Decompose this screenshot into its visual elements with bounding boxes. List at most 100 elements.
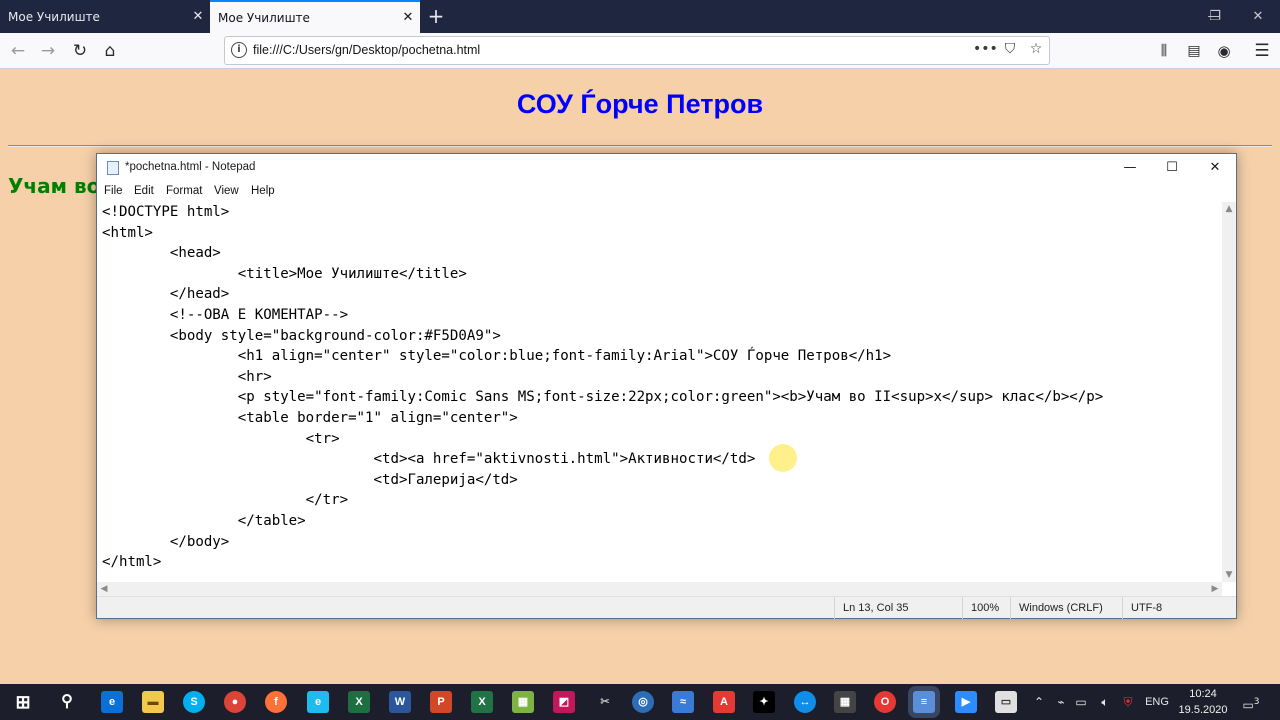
search-icon[interactable]: ⚲ [56, 691, 78, 713]
code-line[interactable]: <title>Мое Училиште</title> [102, 264, 467, 284]
code-line[interactable]: </tr> [102, 490, 348, 510]
status-zoom: 100% [962, 597, 1010, 619]
scroll-left-arrow-icon[interactable]: ◀ [97, 582, 111, 596]
url-bar[interactable]: i file:///C:/Users/gn/Desktop/pochetna.h… [224, 36, 1050, 65]
plus-icon[interactable]: + [422, 4, 450, 28]
tab-title: Мое Училиште [218, 10, 310, 25]
sidebar-icon[interactable]: ▤ [1180, 37, 1208, 65]
word-icon[interactable]: W [389, 691, 411, 713]
notepad-status-bar: Ln 13, Col 35 100% Windows (CRLF) UTF-8 [97, 596, 1236, 619]
code-line[interactable]: <hr> [102, 367, 272, 387]
code-line[interactable]: </head> [102, 284, 229, 304]
account-icon[interactable]: ◉ [1210, 37, 1238, 65]
notepad-maximize-button[interactable]: ☐ [1150, 154, 1194, 182]
code-line[interactable]: </table> [102, 511, 306, 531]
app-grid-icon[interactable]: ▦ [512, 691, 534, 713]
library-icon[interactable]: ⫼ [1150, 37, 1178, 65]
tray-chevron-up-icon[interactable]: ⌃ [1030, 684, 1048, 720]
code-line[interactable]: </body> [102, 532, 229, 552]
forward-icon[interactable]: → [34, 37, 62, 65]
calculator-icon[interactable]: ▦ [834, 691, 856, 713]
code-line[interactable]: <head> [102, 243, 221, 263]
windows-taskbar: ⊞ ⚲ e ▬ S ● f e X W P X ▦ ◩ ✂ ◎ ≈ A ✦ ↔ … [0, 684, 1280, 720]
skype-icon[interactable]: S [183, 691, 205, 713]
tab-title: Мое Училиште [8, 9, 100, 24]
code-line[interactable]: <!DOCTYPE html> [102, 202, 229, 222]
snipping-icon[interactable]: ✂ [594, 691, 616, 713]
ie-icon[interactable]: e [307, 691, 329, 713]
home-icon[interactable]: ⌂ [96, 37, 124, 65]
tab-close-icon[interactable]: ✕ [396, 10, 420, 25]
menu-format[interactable]: Format [166, 185, 202, 197]
browser-tab-1[interactable]: Мое Училиште ✕ [0, 0, 210, 33]
notepad-minimize-button[interactable]: — [1108, 154, 1152, 182]
file-icon[interactable]: ▭ [995, 691, 1017, 713]
code-line[interactable]: <!--ОВА Е КОМЕНТАР--> [102, 305, 348, 325]
windows-start-icon[interactable]: ⊞ [12, 691, 34, 713]
app-black-icon[interactable]: ✦ [753, 691, 775, 713]
network-icon[interactable]: ≈ [672, 691, 694, 713]
horizontal-rule [8, 145, 1272, 147]
code-line[interactable]: <h1 align="center" style="color:blue;fon… [102, 346, 891, 366]
code-line[interactable]: <td><a href="aktivnosti.html">Активности… [102, 449, 756, 469]
notepad-close-button[interactable]: ✕ [1193, 154, 1237, 182]
url-text[interactable]: file:///C:/Users/gn/Desktop/pochetna.htm… [253, 43, 480, 57]
powerpoint-icon[interactable]: P [430, 691, 452, 713]
pdf-icon[interactable]: A [713, 691, 735, 713]
code-line[interactable]: <tr> [102, 429, 340, 449]
scroll-up-arrow-icon[interactable]: ▲ [1222, 202, 1236, 216]
teamviewer-icon[interactable]: ↔ [794, 691, 816, 713]
paint-icon[interactable]: ◩ [553, 691, 575, 713]
bookmark-star-icon[interactable]: ☆ [1025, 41, 1047, 61]
opera-icon[interactable]: O [874, 691, 896, 713]
maximize-window-button[interactable]: ❐ [1193, 0, 1237, 33]
tray-clock[interactable]: 10:24 19.5.2020 [1178, 686, 1228, 718]
code-line[interactable]: <html> [102, 223, 153, 243]
firefox-icon[interactable]: f [265, 691, 287, 713]
scroll-right-arrow-icon[interactable]: ▶ [1208, 582, 1222, 596]
excel-icon[interactable]: X [348, 691, 370, 713]
notepad-icon [107, 161, 119, 175]
tray-network-icon[interactable]: ▭ [1072, 684, 1090, 720]
tray-volume-icon[interactable]: 🔈︎ [1096, 684, 1114, 720]
mouse-cursor-highlight [769, 444, 797, 472]
pocket-icon[interactable]: ⛉ [999, 41, 1021, 61]
tray-language[interactable]: ENG [1142, 684, 1172, 720]
excel-2-icon[interactable]: X [471, 691, 493, 713]
close-window-button[interactable]: ✕ [1236, 0, 1280, 33]
browser-tab-2-active[interactable]: Мое Училиште ✕ [210, 0, 420, 33]
notification-center-icon[interactable]: ▭3 [1238, 684, 1264, 720]
info-icon[interactable]: i [231, 42, 247, 58]
edge-icon[interactable]: e [101, 691, 123, 713]
tab-close-icon[interactable]: ✕ [186, 9, 210, 24]
chrome-icon[interactable]: ● [224, 691, 246, 713]
page-actions-icon[interactable]: ••• [973, 41, 998, 61]
page-heading: СОУ Ѓорче Петров [516, 89, 764, 119]
menu-help[interactable]: Help [251, 185, 275, 197]
menu-file[interactable]: File [104, 185, 123, 197]
code-line[interactable]: <td>Галерија</td> [102, 470, 518, 490]
menu-icon[interactable]: ☰ [1248, 37, 1276, 65]
menu-view[interactable]: View [214, 185, 239, 197]
vertical-scrollbar[interactable]: ▲ ▼ [1222, 202, 1236, 582]
notepad-title-bar[interactable]: *pochetna.html - Notepad — ☐ ✕ [97, 154, 1236, 182]
notepad-window[interactable]: *pochetna.html - Notepad — ☐ ✕ File Edit… [96, 153, 1237, 619]
reload-icon[interactable]: ↻ [66, 37, 94, 65]
status-line-endings: Windows (CRLF) [1010, 597, 1122, 619]
code-line[interactable]: <p style="font-family:Comic Sans MS;font… [102, 387, 1104, 407]
horizontal-scrollbar[interactable]: ◀ ▶ [97, 582, 1222, 596]
file-explorer-icon[interactable]: ▬ [142, 691, 164, 713]
code-line[interactable]: <table border="1" align="center"> [102, 408, 518, 428]
tray-power-icon[interactable]: ⌁ [1052, 684, 1070, 720]
zoom-icon[interactable]: ▶ [955, 691, 977, 713]
menu-edit[interactable]: Edit [134, 185, 154, 197]
notepad-icon[interactable]: ≡ [913, 691, 935, 713]
code-line[interactable]: <body style="background-color:#F5D0A9"> [102, 326, 501, 346]
scroll-down-arrow-icon[interactable]: ▼ [1222, 568, 1236, 582]
code-line[interactable]: </html> [102, 552, 161, 572]
tray-antivirus-icon[interactable]: ⛨ [1119, 684, 1137, 720]
back-icon[interactable]: ← [4, 37, 32, 65]
app-circle-icon[interactable]: ◎ [632, 691, 654, 713]
browser-navigation-bar: ← → ↻ ⌂ i file:///C:/Users/gn/Desktop/po… [0, 33, 1280, 69]
notepad-text-area[interactable]: <!DOCTYPE html> <html> <head> <title>Мое… [97, 202, 1222, 582]
